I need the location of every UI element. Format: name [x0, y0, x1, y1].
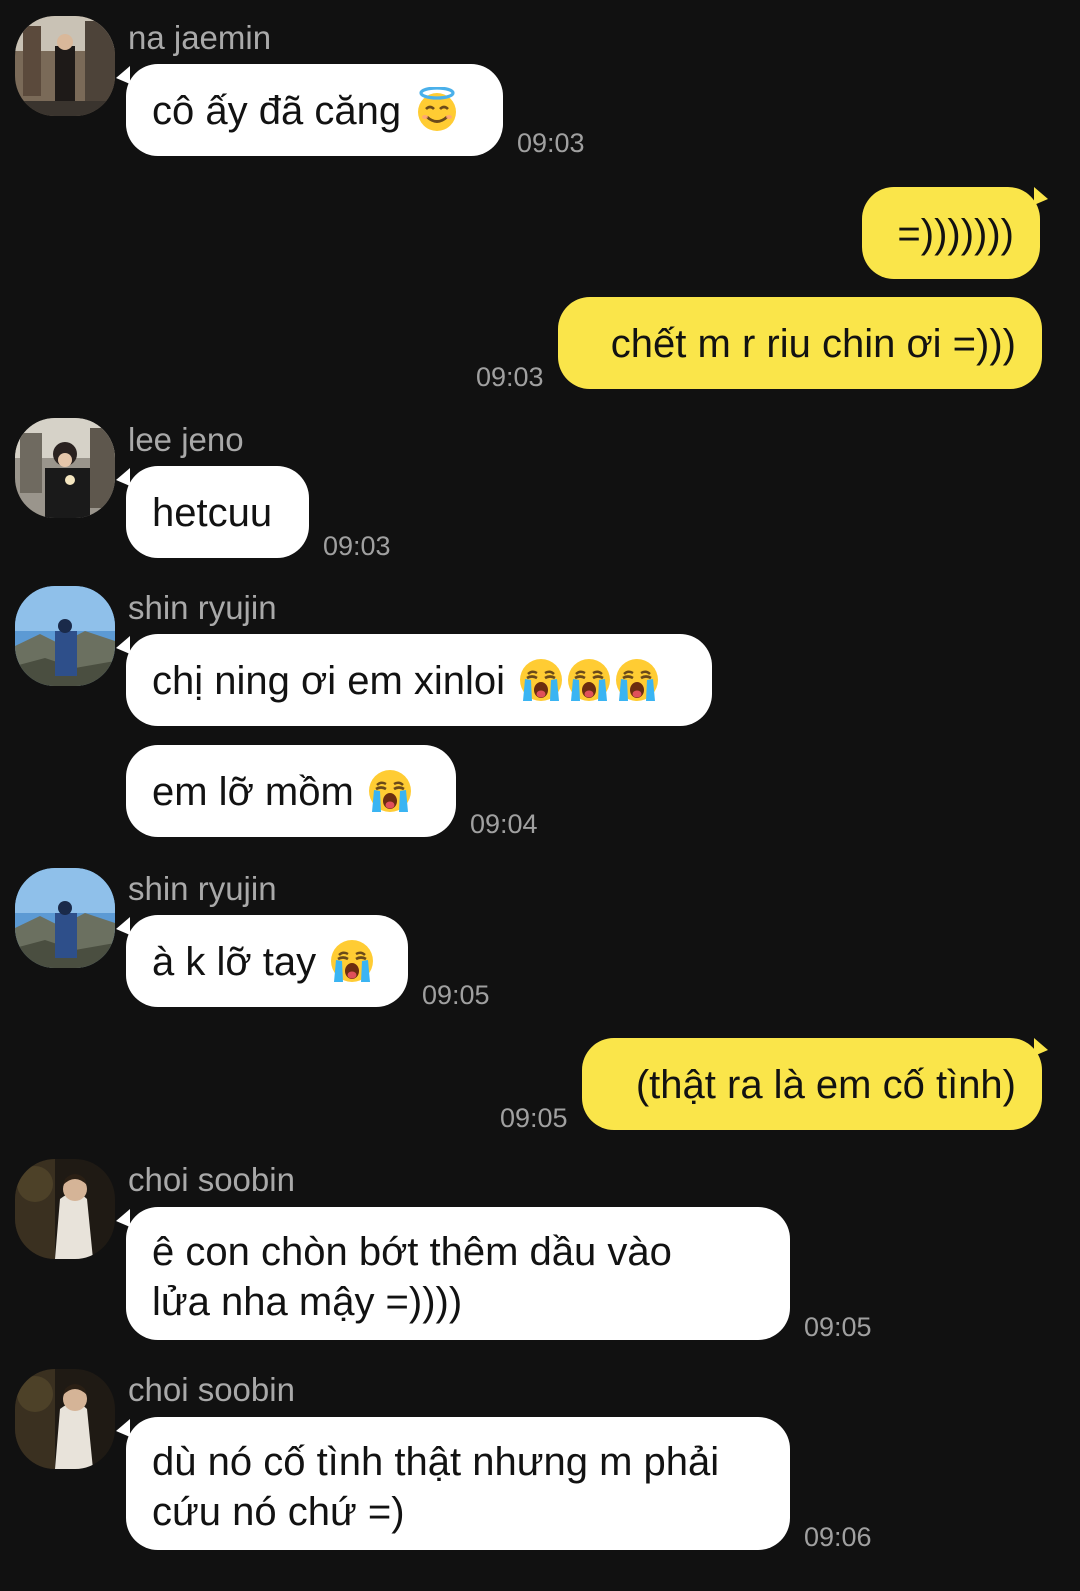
message-text: chết m r riu chin ơi =))) [610, 322, 1016, 366]
loudly-crying-face-icon [367, 768, 413, 814]
avatar-lee-jeno[interactable] [15, 418, 115, 518]
message-timestamp: 09:06 [804, 1522, 872, 1552]
smiling-face-with-halo-icon [414, 87, 460, 133]
message-timestamp: 09:05 [804, 1312, 872, 1342]
bubble-tail [116, 468, 130, 486]
loudly-crying-face-icon [518, 657, 564, 703]
bubble-tail [116, 636, 130, 654]
message-bubble[interactable]: à k lỡ tay [126, 915, 408, 1007]
message-text: hetcuu [152, 491, 273, 535]
avatar-shin-ryujin[interactable] [15, 586, 115, 686]
message-text-line: cứu nó chứ =) [152, 1490, 405, 1534]
avatar-na-jaemin[interactable] [15, 16, 115, 116]
message-text-line: lửa nha mậy =)))) [152, 1280, 463, 1324]
bubble-tail [116, 917, 130, 935]
sender-name: shin ryujin [128, 870, 277, 907]
message-text: em lỡ mồm [152, 770, 354, 814]
message-bubble-outgoing[interactable]: =))))))) [862, 187, 1040, 279]
message-bubble[interactable]: cô ấy đã căng [126, 64, 503, 156]
message-timestamp: 09:03 [323, 531, 391, 561]
message-text: chị ning ơi em xinloi [152, 659, 506, 703]
loudly-crying-face-icon [566, 657, 612, 703]
message-timestamp: 09:03 [517, 128, 585, 158]
sender-name: shin ryujin [128, 589, 277, 626]
message-bubble[interactable]: hetcuu [126, 466, 309, 558]
bubble-tail [1034, 1038, 1048, 1056]
message-text: à k lỡ tay [152, 940, 317, 984]
bubble-tail [116, 66, 130, 84]
sender-name: lee jeno [128, 421, 244, 458]
sender-name: na jaemin [128, 19, 272, 56]
message-bubble[interactable]: em lỡ mồm [126, 745, 456, 837]
bubble-tail [116, 1209, 130, 1227]
bubble-tail [1034, 187, 1048, 205]
message-text-line: ê con chòn bớt thêm dầu vào [152, 1230, 672, 1274]
message-timestamp: 09:05 [500, 1103, 568, 1133]
sender-name: choi soobin [128, 1161, 295, 1198]
message-timestamp: 09:03 [476, 362, 544, 392]
message-bubble[interactable]: chị ning ơi em xinloi [126, 634, 712, 726]
message-text: =))))))) [897, 212, 1014, 256]
message-bubble-outgoing[interactable]: (thật ra là em cố tình) [582, 1038, 1042, 1130]
sender-name: choi soobin [128, 1371, 295, 1408]
message-bubble[interactable]: dù nó cố tình thật nhưng m phải cứu nó c… [126, 1417, 790, 1550]
message-text: cô ấy đã căng [152, 89, 402, 133]
loudly-crying-face-icon [614, 657, 660, 703]
avatar-shin-ryujin[interactable] [15, 868, 115, 968]
message-text: (thật ra là em cố tình) [635, 1063, 1016, 1107]
message-timestamp: 09:05 [422, 980, 490, 1010]
loudly-crying-face-icon [329, 938, 375, 984]
avatar-choi-soobin[interactable] [15, 1369, 115, 1469]
message-bubble-outgoing[interactable]: chết m r riu chin ơi =))) [558, 297, 1042, 389]
message-timestamp: 09:04 [470, 809, 538, 839]
bubble-tail [116, 1419, 130, 1437]
avatar-choi-soobin[interactable] [15, 1159, 115, 1259]
message-bubble[interactable]: ê con chòn bớt thêm dầu vào lửa nha mậy … [126, 1207, 790, 1340]
message-text-line: dù nó cố tình thật nhưng m phải [152, 1440, 720, 1484]
